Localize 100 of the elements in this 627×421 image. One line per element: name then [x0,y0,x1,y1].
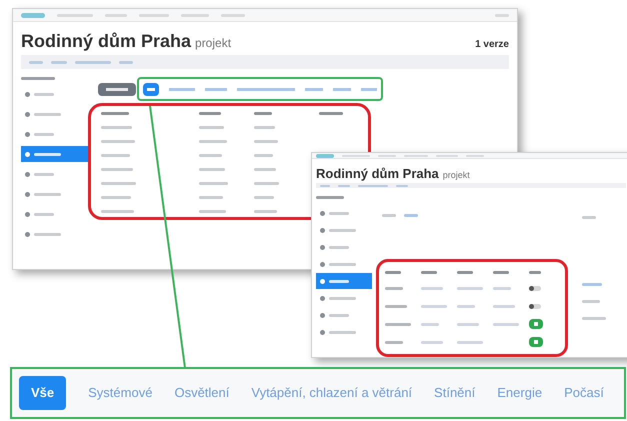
filter-tab[interactable]: Energie [497,383,542,403]
menu-icon [320,278,325,284]
blurred-text [101,196,131,199]
menu-icon [320,210,325,216]
blurred-text [329,262,356,266]
blurred-text [329,296,356,300]
blurred-text [385,340,403,344]
blurred-text [199,182,228,185]
blurred-text [75,60,111,64]
filter-tab[interactable]: Počasí [564,383,604,403]
blurred-text [34,172,54,176]
menu-icon [320,296,325,300]
menu-icon [25,232,30,236]
menu-icon [320,228,325,232]
blurred-text [421,340,443,344]
blurred-text [493,286,511,290]
menu-icon [25,92,30,96]
menu-icon [25,112,30,116]
menu-icon [25,192,30,196]
blurred-text [421,322,439,326]
page-title: Rodinný dům Praha [21,32,192,50]
blurred-text [382,214,396,217]
toggle-switch[interactable] [529,319,543,329]
blurred-text [254,154,274,157]
blurred-text [254,196,274,199]
blurred-text [101,140,135,143]
blurred-text [404,214,418,217]
blurred-text [318,112,343,115]
filter-tab[interactable] [143,82,159,96]
blurred-text [34,152,61,156]
blurred-text [101,210,134,213]
page-subtitle: projekt [195,37,232,49]
blurred-text [329,228,356,232]
blurred-text [385,270,401,274]
blurred-text [385,286,403,290]
filter-tab[interactable]: Systémové [88,383,152,403]
filter-tab[interactable]: Osvětlení [174,383,230,403]
blurred-text [34,92,54,96]
blurred-text [101,126,132,129]
blurred-text [493,270,509,274]
blurred-text [254,140,278,143]
version-label: 1 verze [475,40,509,50]
blurred-text [101,112,129,115]
blurred-text [199,196,224,199]
toggle-switch[interactable] [529,337,543,347]
toggle-switch[interactable] [529,286,541,290]
blurred-text [254,126,276,129]
menu-icon [320,244,325,250]
sidebar-item[interactable] [316,273,372,289]
menu-icon [25,212,30,216]
page-title: Rodinný dům Praha [316,167,439,180]
blurred-text [34,212,54,216]
blurred-text [329,280,349,282]
blurred-text [34,132,54,136]
blurred-text [101,168,133,171]
filter-tab[interactable]: Stínění [434,383,476,403]
blurred-text [529,270,541,274]
page-subtitle: projekt [442,171,470,180]
blurred-text [254,112,272,115]
blurred-text [199,168,226,171]
blurred-text [21,77,55,80]
sidebar-item[interactable] [21,146,88,162]
blurred-text [101,182,136,185]
blurred-text [329,330,356,334]
blurred-text [329,246,349,248]
menu-icon [25,132,30,136]
blurred-text [457,304,475,308]
blurred-text [582,216,596,219]
add-button[interactable] [98,82,136,96]
blurred-text [457,322,479,326]
blurred-text [119,60,133,64]
menu-icon [25,172,30,176]
blurred-text [421,270,437,274]
blurred-text [254,182,280,185]
filter-tab[interactable]: Vytápění, chlazení a větrání [251,383,412,403]
blurred-text [199,140,228,143]
blurred-text [29,60,43,64]
blurred-text [254,168,276,171]
blurred-text [582,300,600,303]
menu-icon [320,330,325,334]
blurred-text [582,283,602,286]
blurred-text [101,154,130,157]
blurred-text [457,340,483,344]
blurred-text [457,270,473,274]
blurred-text [316,196,344,199]
blurred-text [254,210,278,213]
menu-icon [320,312,325,318]
blurred-text [457,286,483,290]
blurred-text [199,154,222,157]
blurred-text [421,304,447,308]
menu-icon [320,262,325,266]
blurred-text [582,317,606,320]
blurred-text [34,192,61,196]
blurred-text [385,322,411,326]
blurred-text [493,304,515,308]
blurred-text [493,322,519,326]
blurred-text [51,60,67,64]
blurred-text [421,286,443,290]
filter-tab[interactable]: Vše [19,376,66,410]
toggle-switch[interactable] [529,304,541,308]
